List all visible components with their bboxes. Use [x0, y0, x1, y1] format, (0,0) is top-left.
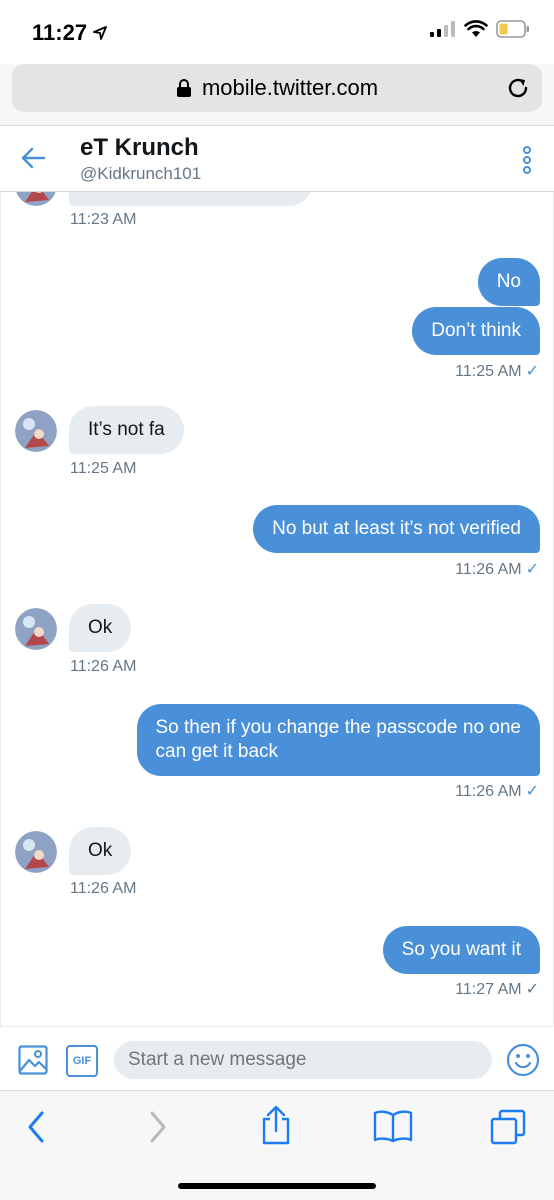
message-input[interactable] — [114, 1041, 492, 1079]
message-timestamp: 11:26 AM ✓ — [455, 783, 539, 800]
emoji-icon[interactable] — [506, 1043, 540, 1077]
sent-check-icon: ✓ — [525, 561, 539, 578]
message-timestamp: 11:25 AM ✓ — [455, 363, 539, 380]
sent-check-icon: ✓ — [525, 981, 539, 998]
message-timestamp: 11:25 AM — [70, 460, 137, 477]
wifi-icon — [464, 20, 488, 37]
message-bubble-incoming[interactable] — [69, 192, 313, 206]
tabs-icon[interactable] — [490, 1109, 526, 1145]
lock-icon — [176, 79, 191, 97]
url-text: mobile.twitter.com — [201, 75, 379, 100]
status-bar: 11:27 — [0, 0, 554, 64]
contact-name: eT Krunch — [80, 134, 199, 161]
battery-icon — [496, 20, 529, 38]
message-bubble-outgoing[interactable]: So then if you change the passcode no on… — [136, 704, 540, 776]
avatar-image — [15, 831, 57, 873]
gif-button[interactable]: GIF — [66, 1045, 98, 1077]
browser-address-area: mobile.twitter.com — [0, 64, 554, 126]
clock: 11:27 — [32, 20, 88, 45]
message-bubble-incoming[interactable]: Ok — [69, 827, 132, 875]
message-timestamp: 11:27 AM ✓ — [455, 981, 539, 998]
avatar[interactable] — [15, 608, 57, 650]
address-bar[interactable]: mobile.twitter.com — [12, 64, 542, 112]
browser-back-icon[interactable] — [24, 1109, 48, 1145]
browser-forward-icon[interactable] — [146, 1109, 170, 1145]
avatar[interactable] — [15, 192, 57, 206]
message-timestamp: 11:26 AM ✓ — [455, 561, 539, 578]
message-timestamp: 11:26 AM — [70, 880, 137, 897]
sent-check-icon: ✓ — [525, 363, 539, 380]
avatar-image — [16, 192, 56, 206]
message-bubble-outgoing[interactable]: Don’t think — [412, 307, 540, 355]
message-composer: GIF — [0, 1026, 554, 1090]
message-timestamp: 11:26 AM — [70, 658, 137, 675]
message-timestamp: 11:23 AM — [70, 211, 137, 228]
status-time: 11:27 — [32, 20, 107, 46]
avatar-image — [15, 410, 57, 452]
message-bubble-outgoing[interactable]: No — [477, 258, 540, 306]
add-photo-icon[interactable] — [18, 1045, 48, 1075]
message-thread: 11:23 AM No Don’t think 11:25 AM ✓ It’s n… — [0, 192, 554, 1026]
avatar-image — [15, 608, 57, 650]
share-icon[interactable] — [258, 1105, 294, 1145]
more-options-icon[interactable] — [522, 146, 532, 174]
message-bubble-incoming[interactable]: It’s not fa — [69, 406, 184, 454]
reload-icon[interactable] — [506, 76, 530, 100]
avatar[interactable] — [15, 410, 57, 452]
bookmarks-icon[interactable] — [373, 1109, 413, 1143]
home-indicator — [178, 1183, 376, 1189]
location-arrow-icon — [93, 26, 107, 40]
conversation-header: eT Krunch @Kidkrunch101 — [0, 126, 554, 192]
contact-handle: @Kidkrunch101 — [80, 164, 202, 183]
cellular-signal-icon — [430, 21, 455, 37]
message-bubble-outgoing[interactable]: So you want it — [382, 926, 540, 974]
message-bubble-incoming[interactable]: Ok — [69, 604, 132, 652]
status-indicators — [430, 20, 530, 38]
sent-check-icon: ✓ — [525, 783, 539, 800]
message-bubble-outgoing[interactable]: No but at least it’s not verified — [253, 505, 540, 553]
avatar[interactable] — [15, 831, 57, 873]
back-arrow-icon[interactable] — [20, 146, 46, 170]
